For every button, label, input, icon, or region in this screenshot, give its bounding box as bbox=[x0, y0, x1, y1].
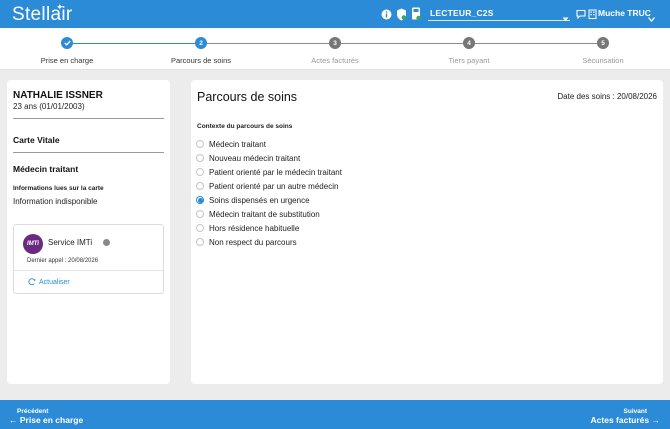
radio-option-label: Non respect du parcours bbox=[209, 237, 297, 247]
step-5-marker[interactable]: 5 bbox=[597, 37, 609, 49]
logo-star-icon: ✦ bbox=[56, 2, 64, 12]
refresh-icon bbox=[28, 278, 36, 286]
reader-selector[interactable]: LECTEUR_C2S bbox=[430, 8, 494, 18]
step-connector bbox=[341, 43, 463, 44]
radio-unchecked-icon[interactable] bbox=[196, 154, 204, 162]
radio-option-label: Médecin traitant de substitution bbox=[209, 209, 320, 219]
divider bbox=[14, 270, 163, 271]
info-icon[interactable] bbox=[380, 7, 392, 21]
next-caption: Suivant bbox=[623, 408, 647, 415]
radio-option[interactable]: Nouveau médecin traitant bbox=[196, 151, 342, 165]
patient-name: NATHALIE ISSNER bbox=[13, 90, 103, 101]
radio-option[interactable]: Médecin traitant de substitution bbox=[196, 207, 342, 221]
radio-option-label: Patient orienté par le médecin traitant bbox=[209, 167, 342, 177]
step-label-prise-en-charge[interactable]: Prise en charge bbox=[17, 56, 117, 65]
arrow-left-icon: ← bbox=[9, 415, 18, 425]
stepper: 2 3 4 5 Prise en charge Parcours de soin… bbox=[0, 28, 670, 70]
service-imti-box: IMTi Service IMTi Dernier appel : 20/08/… bbox=[13, 224, 164, 294]
radio-option[interactable]: Non respect du parcours bbox=[196, 235, 342, 249]
service-name: Service IMTi bbox=[48, 238, 93, 247]
radio-option[interactable]: Hors résidence habituelle bbox=[196, 221, 342, 235]
step-label-parcours[interactable]: Parcours de soins bbox=[151, 56, 251, 65]
reader-underline bbox=[428, 20, 570, 21]
last-call: Dernier appel : 20/08/2026 bbox=[27, 258, 99, 264]
radio-unchecked-icon[interactable] bbox=[196, 238, 204, 246]
page-title: Parcours de soins bbox=[197, 90, 298, 104]
care-date: Date des soins : 20/08/2026 bbox=[557, 92, 657, 101]
arrow-right-icon: → bbox=[651, 415, 661, 425]
care-path-options: Médecin traitant Nouveau médecin traitant… bbox=[196, 137, 342, 249]
radio-option-label: Soins dispensés en urgence bbox=[209, 195, 310, 205]
prev-button[interactable]: ← Prise en charge bbox=[9, 415, 83, 425]
step-connector bbox=[73, 43, 195, 44]
step-connector bbox=[207, 43, 329, 44]
building-icon[interactable] bbox=[586, 7, 598, 21]
prev-caption: Précédent bbox=[17, 408, 49, 415]
step-label-tiers[interactable]: Tiers payant bbox=[419, 56, 519, 65]
imti-logo: IMTi bbox=[23, 234, 43, 254]
medecin-traitant-title: Médecin traitant bbox=[13, 164, 79, 174]
next-button-label: Actes facturés bbox=[590, 415, 650, 425]
step-connector bbox=[475, 43, 597, 44]
patient-card: NATHALIE ISSNER 23 ans (01/01/2003) Cart… bbox=[7, 80, 170, 384]
divider bbox=[13, 118, 164, 119]
chevron-down-icon[interactable] bbox=[562, 9, 569, 27]
top-bar: Stellair ✦ LECTEUR_C2S Muche TRUC bbox=[0, 0, 670, 28]
shield-icon[interactable] bbox=[395, 7, 407, 21]
chevron-down-icon[interactable] bbox=[648, 9, 655, 27]
step-label-securisation[interactable]: Sécurisation bbox=[553, 56, 653, 65]
step-2-marker[interactable]: 2 bbox=[195, 37, 207, 49]
step-1-done-icon[interactable] bbox=[61, 37, 73, 49]
step-3-marker[interactable]: 3 bbox=[329, 37, 341, 49]
radio-unchecked-icon[interactable] bbox=[196, 224, 204, 232]
step-4-marker[interactable]: 4 bbox=[463, 37, 475, 49]
user-menu[interactable]: Muche TRUC bbox=[598, 8, 651, 18]
radio-option[interactable]: Soins dispensés en urgence bbox=[196, 193, 342, 207]
radio-option-label: Nouveau médecin traitant bbox=[209, 153, 301, 163]
radio-option-label: Hors résidence habituelle bbox=[209, 223, 300, 233]
radio-unchecked-icon[interactable] bbox=[196, 210, 204, 218]
radio-unchecked-icon[interactable] bbox=[196, 182, 204, 190]
context-label: Contexte du parcours de soins bbox=[197, 123, 293, 130]
info-value: Information indisponible bbox=[13, 197, 98, 206]
radio-checked-icon[interactable] bbox=[196, 196, 204, 204]
next-button[interactable]: Actes facturés → bbox=[591, 415, 660, 425]
radio-option[interactable]: Médecin traitant bbox=[196, 137, 342, 151]
radio-unchecked-icon[interactable] bbox=[196, 168, 204, 176]
radio-option-label: Patient orienté par un autre médecin bbox=[209, 181, 339, 191]
card-reader-icon[interactable] bbox=[410, 7, 422, 21]
status-dot-icon bbox=[103, 239, 110, 246]
radio-option-label: Médecin traitant bbox=[209, 139, 266, 149]
radio-unchecked-icon[interactable] bbox=[196, 140, 204, 148]
radio-option[interactable]: Patient orienté par un autre médecin bbox=[196, 179, 342, 193]
patient-age: 23 ans (01/01/2003) bbox=[13, 102, 85, 111]
refresh-button[interactable]: Actualiser bbox=[28, 278, 70, 286]
care-path-card: Parcours de soins Date des soins : 20/08… bbox=[191, 80, 663, 384]
prev-button-label: Prise en charge bbox=[19, 415, 84, 425]
info-label: Informations lues sur la carte bbox=[13, 185, 104, 192]
step-label-actes[interactable]: Actes facturés bbox=[285, 56, 385, 65]
divider bbox=[13, 152, 164, 153]
refresh-label: Actualiser bbox=[39, 278, 70, 286]
radio-option[interactable]: Patient orienté par le médecin traitant bbox=[196, 165, 342, 179]
carte-vitale-title: Carte Vitale bbox=[13, 135, 60, 145]
footer-bar: Précédent ← Prise en charge Suivant Acte… bbox=[0, 400, 670, 429]
